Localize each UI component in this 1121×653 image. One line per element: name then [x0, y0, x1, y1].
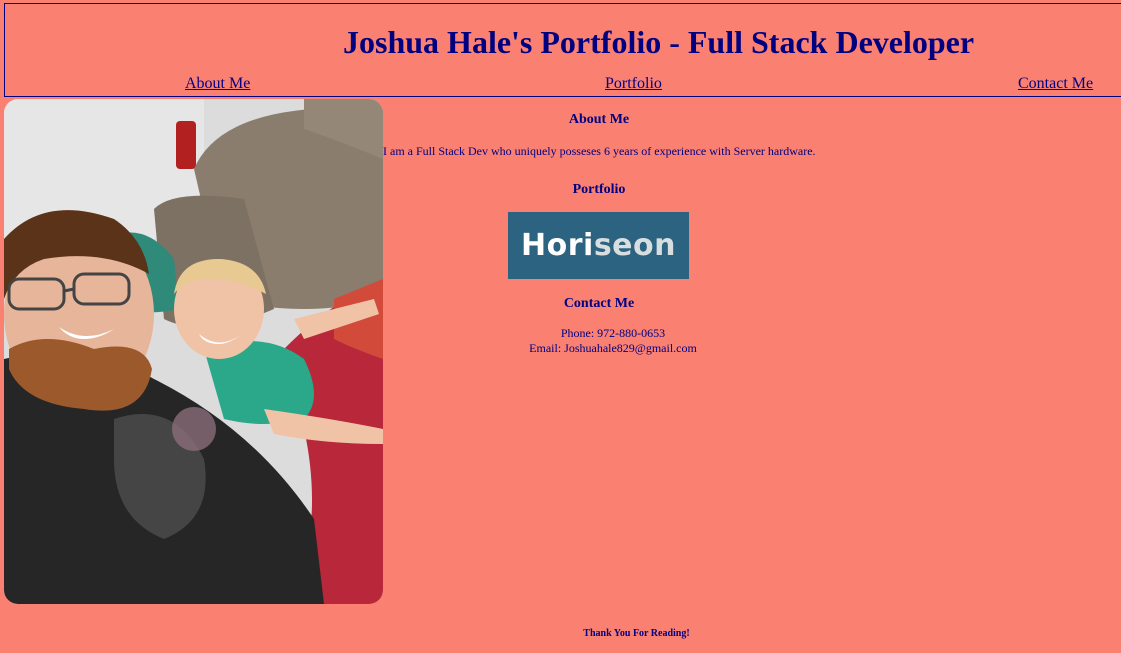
horiseon-project-logo[interactable]: Hori seon [508, 212, 689, 279]
about-text: I am a Full Stack Dev who uniquely posse… [383, 144, 816, 158]
nav-link-portfolio[interactable]: Portfolio [605, 75, 662, 93]
contact-section: Contact Me [383, 296, 815, 312]
footer: Thank You For Reading! [383, 628, 890, 639]
contact-phone: Phone: 972-880-0653 [560, 326, 666, 340]
logo-text-part2: seon [593, 228, 676, 263]
footer-text: Thank You For Reading! [583, 628, 690, 639]
profile-photo [4, 99, 383, 604]
about-text-wrap: I am a Full Stack Dev who uniquely posse… [383, 142, 816, 160]
about-heading: About Me [568, 112, 630, 127]
contact-heading: Contact Me [563, 296, 635, 311]
nav-link-about[interactable]: About Me [185, 75, 250, 93]
nav-link-contact[interactable]: Contact Me [1018, 75, 1093, 93]
site-header: Joshua Hale's Portfolio - Full Stack Dev… [4, 3, 1121, 97]
portfolio-heading: Portfolio [572, 182, 626, 197]
about-section: About Me [383, 112, 815, 128]
page-title: Joshua Hale's Portfolio - Full Stack Dev… [343, 24, 975, 60]
portfolio-section: Portfolio [383, 182, 815, 198]
logo-text-part1: Hori [521, 228, 594, 263]
contact-email: Email: Joshuahale829@gmail.com [529, 341, 697, 355]
contact-details: Phone: 972-880-0653 Email: Joshuahale829… [397, 326, 829, 356]
